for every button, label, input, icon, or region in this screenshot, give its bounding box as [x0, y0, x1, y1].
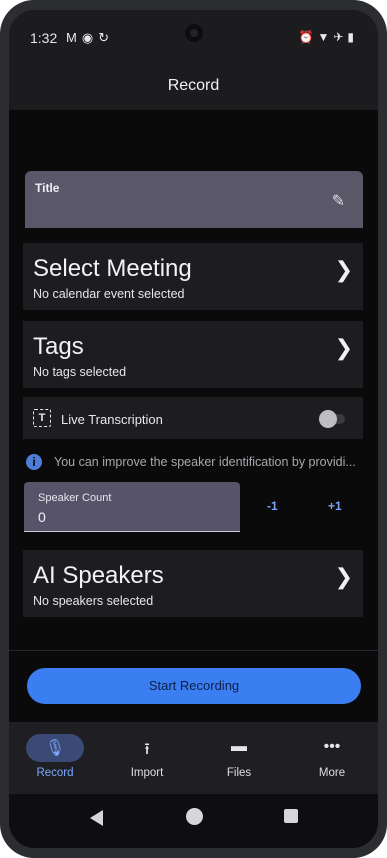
- ai-speakers-subtitle: No speakers selected: [33, 594, 154, 608]
- select-meeting-title: Select Meeting: [33, 255, 192, 282]
- upload-icon: ⭱: [144, 741, 150, 758]
- nav-label-import: Import: [130, 767, 164, 779]
- bottom-navigation: 🎙 Record ⭱ Import ▬ Files ••• More: [9, 722, 378, 794]
- nav-label-record: Record: [36, 767, 74, 779]
- sync-icon: ↻: [98, 30, 115, 45]
- page-title: Record: [167, 77, 220, 94]
- alarm-icon: ⏰: [298, 30, 318, 44]
- system-navigation-bar: [9, 794, 378, 848]
- ai-speakers-card[interactable]: AI Speakers No speakers selected ❯: [23, 550, 363, 617]
- folder-icon: ▬: [231, 738, 247, 755]
- tags-subtitle: No tags selected: [33, 365, 127, 379]
- nav-item-more[interactable]: ••• More: [286, 722, 378, 794]
- wifi-icon: ▼: [317, 30, 334, 44]
- chevron-right-icon: ❯: [334, 257, 353, 282]
- select-meeting-subtitle: No calendar event selected: [33, 287, 185, 301]
- increment-speaker-button[interactable]: +1: [328, 499, 342, 513]
- start-recording-button[interactable]: Start Recording: [27, 668, 361, 704]
- app-bar: Record: [9, 50, 378, 110]
- status-time: 1:32: [30, 30, 58, 46]
- airplane-icon: ✈: [333, 30, 348, 44]
- speaker-count-field[interactable]: Speaker Count 0: [24, 482, 240, 532]
- live-transcription-toggle[interactable]: [319, 410, 345, 428]
- recent-apps-icon[interactable]: [284, 809, 298, 823]
- nav-label-more: More: [318, 767, 346, 779]
- status-notification-icons: M◉↻: [66, 30, 114, 46]
- transcription-icon: T: [33, 409, 51, 427]
- select-meeting-card[interactable]: Select Meeting No calendar event selecte…: [23, 243, 363, 310]
- microphone-icon: 🎙: [44, 740, 66, 757]
- speaker-count-label: Speaker Count: [38, 492, 112, 504]
- front-camera: [183, 22, 205, 44]
- home-icon[interactable]: [186, 808, 203, 825]
- ai-speakers-title: AI Speakers: [33, 562, 164, 589]
- record-icon: ◉: [81, 30, 99, 45]
- title-field[interactable]: Title ✎: [25, 171, 363, 228]
- nav-item-import[interactable]: ⭱ Import: [101, 722, 193, 794]
- nav-label-files: Files: [226, 767, 252, 779]
- decrement-speaker-button[interactable]: -1: [267, 499, 278, 513]
- chevron-right-icon: ❯: [334, 564, 353, 589]
- live-transcription-label: Live Transcription: [61, 412, 163, 427]
- info-text: You can improve the speaker identificati…: [54, 455, 356, 469]
- live-transcription-row: T Live Transcription: [23, 397, 363, 439]
- title-label: Title: [35, 181, 60, 195]
- battery-icon: ▮: [347, 30, 358, 44]
- screen: 1:32 M◉↻ ⏰▼✈▮ Record Title ✎ Select Meet…: [9, 10, 378, 848]
- tags-title: Tags: [33, 333, 84, 360]
- status-system-icons: ⏰▼✈▮: [298, 30, 358, 44]
- tags-card[interactable]: Tags No tags selected ❯: [23, 321, 363, 388]
- toggle-knob: [319, 410, 337, 428]
- speaker-info-notice: i You can improve the speaker identifica…: [25, 451, 365, 473]
- phone-frame: 1:32 M◉↻ ⏰▼✈▮ Record Title ✎ Select Meet…: [0, 0, 387, 858]
- nav-item-record[interactable]: 🎙 Record: [9, 722, 101, 794]
- info-icon: i: [26, 454, 42, 470]
- more-icon: •••: [323, 738, 341, 755]
- pencil-icon[interactable]: ✎: [332, 191, 345, 211]
- speaker-count-value: 0: [38, 509, 46, 525]
- chevron-right-icon: ❯: [334, 335, 353, 360]
- nav-item-files[interactable]: ▬ Files: [193, 722, 285, 794]
- record-form: Title ✎ Select Meeting No calendar event…: [9, 110, 378, 722]
- back-icon[interactable]: [90, 810, 103, 826]
- divider: [9, 650, 378, 651]
- gmail-icon: M: [66, 30, 82, 45]
